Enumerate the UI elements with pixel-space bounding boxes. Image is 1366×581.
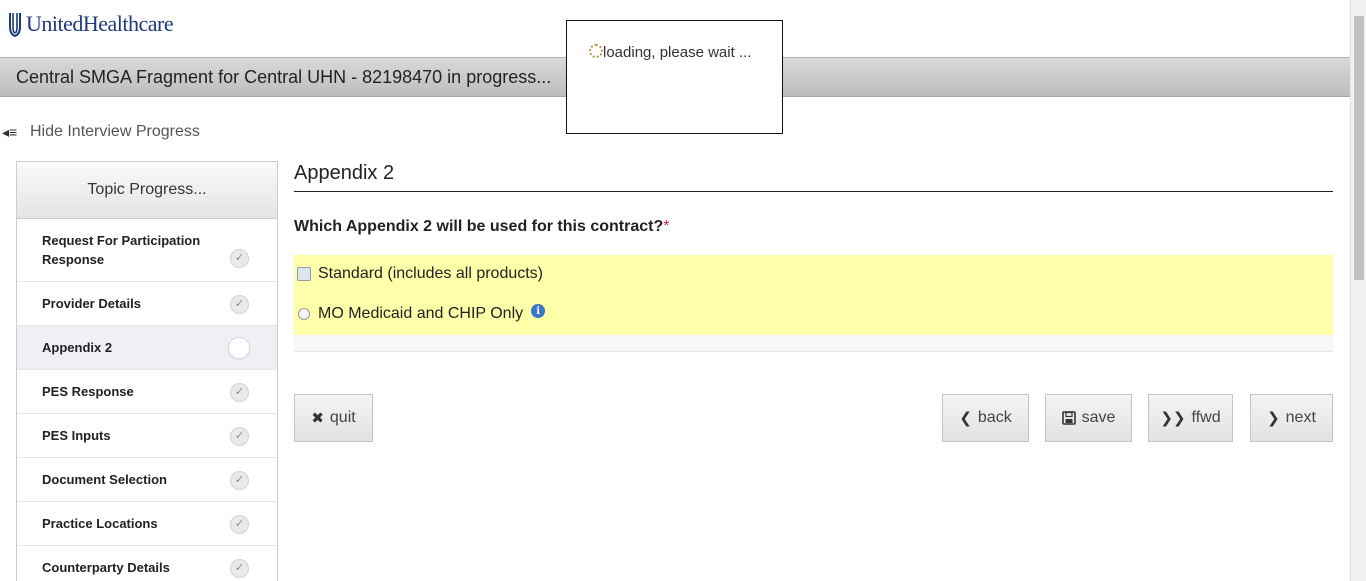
sidebar-item-counterparty-details[interactable]: Counterparty Details ✓ bbox=[17, 546, 277, 581]
quit-label: quit bbox=[329, 409, 356, 426]
question-text: Which Appendix 2 will be used for this c… bbox=[294, 218, 1333, 236]
sidebar-item-label: Document Selection bbox=[42, 472, 167, 487]
sidebar-item-request-for-participation[interactable]: Request For Participation Response ✓ bbox=[17, 219, 277, 282]
sidebar-item-label: PES Response bbox=[42, 384, 134, 399]
collapse-menu-icon: ◂≡ bbox=[2, 123, 18, 140]
option-mo-medicaid-chip[interactable]: MO Medicaid and CHIP Only i bbox=[298, 304, 546, 323]
topic-progress-heading: Topic Progress... bbox=[17, 162, 277, 219]
section-title: Appendix 2 bbox=[294, 161, 1333, 192]
spinner-icon bbox=[589, 44, 603, 58]
chevron-left-icon: ❮ bbox=[959, 410, 972, 427]
logo-text: UnitedHealthcare bbox=[26, 11, 174, 36]
sidebar-item-label: PES Inputs bbox=[42, 428, 111, 443]
sidebar-item-practice-locations[interactable]: Practice Locations ✓ bbox=[17, 502, 277, 546]
info-icon[interactable]: i bbox=[531, 304, 546, 318]
quit-button[interactable]: ✖ quit bbox=[294, 394, 373, 442]
current-step-icon bbox=[228, 336, 250, 359]
required-marker: * bbox=[663, 218, 670, 235]
save-label: save bbox=[1081, 409, 1116, 426]
chevron-right-icon: ❯ bbox=[1267, 410, 1280, 427]
radio-mo-medicaid-chip[interactable] bbox=[298, 308, 310, 320]
check-icon: ✓ bbox=[230, 470, 249, 490]
next-label: next bbox=[1285, 409, 1316, 426]
ffwd-label: ffwd bbox=[1191, 409, 1221, 426]
ffwd-button[interactable]: ❯❯ ffwd bbox=[1148, 394, 1233, 442]
double-chevron-right-icon: ❯❯ bbox=[1160, 410, 1186, 427]
floppy-disk-icon bbox=[1061, 411, 1076, 425]
check-icon: ✓ bbox=[230, 514, 249, 534]
sidebar-item-appendix-2[interactable]: Appendix 2 bbox=[17, 326, 277, 370]
back-label: back bbox=[977, 409, 1012, 426]
sidebar-item-label: Request For Participation Response bbox=[42, 233, 201, 267]
radio-standard[interactable] bbox=[297, 267, 311, 281]
scrollbar-thumb[interactable] bbox=[1354, 16, 1364, 280]
sidebar-item-pes-response[interactable]: PES Response ✓ bbox=[17, 370, 277, 414]
question-label: Which Appendix 2 will be used for this c… bbox=[294, 218, 664, 235]
check-icon: ✓ bbox=[230, 426, 249, 446]
vertical-scrollbar[interactable] bbox=[1350, 0, 1366, 581]
main-content: Appendix 2 Which Appendix 2 will be used… bbox=[294, 161, 1333, 442]
page: UnitedHealthcare Central SMGA Fragment f… bbox=[0, 0, 1366, 581]
page-title: Central SMGA Fragment for Central UHN - … bbox=[16, 67, 552, 87]
uhc-shield-icon bbox=[9, 13, 21, 37]
sidebar-item-provider-details[interactable]: Provider Details ✓ bbox=[17, 282, 277, 326]
option-label: Standard (includes all products) bbox=[318, 265, 544, 282]
check-icon: ✓ bbox=[230, 382, 249, 402]
sidebar-item-label: Appendix 2 bbox=[42, 340, 113, 355]
hide-progress-label: Hide Interview Progress bbox=[30, 123, 200, 140]
check-icon: ✓ bbox=[230, 249, 249, 268]
logo[interactable]: UnitedHealthcare bbox=[8, 10, 174, 38]
back-button[interactable]: ❮ back bbox=[942, 394, 1029, 442]
option-label: MO Medicaid and CHIP Only bbox=[318, 305, 524, 322]
options-footer-strip bbox=[294, 335, 1333, 352]
option-standard[interactable]: Standard (includes all products) bbox=[297, 265, 544, 283]
topic-progress-sidebar: Topic Progress... Request For Participat… bbox=[16, 161, 278, 581]
sidebar-item-label: Counterparty Details bbox=[42, 560, 170, 575]
sidebar-item-label: Practice Locations bbox=[42, 516, 158, 531]
next-button[interactable]: ❯ next bbox=[1250, 394, 1333, 442]
check-icon: ✓ bbox=[230, 294, 249, 314]
sidebar-item-document-selection[interactable]: Document Selection ✓ bbox=[17, 458, 277, 502]
loading-message: loading, please wait ... bbox=[603, 44, 752, 61]
answer-options: Standard (includes all products) MO Medi… bbox=[294, 255, 1333, 335]
loading-dialog: loading, please wait ... bbox=[566, 20, 783, 134]
check-icon: ✓ bbox=[230, 558, 249, 578]
hide-progress-toggle[interactable]: ◂≡ Hide Interview Progress bbox=[0, 122, 200, 142]
sidebar-item-pes-inputs[interactable]: PES Inputs ✓ bbox=[17, 414, 277, 458]
close-x-icon: ✖ bbox=[311, 410, 324, 427]
save-button[interactable]: save bbox=[1045, 394, 1132, 442]
sidebar-item-label: Provider Details bbox=[42, 296, 141, 311]
